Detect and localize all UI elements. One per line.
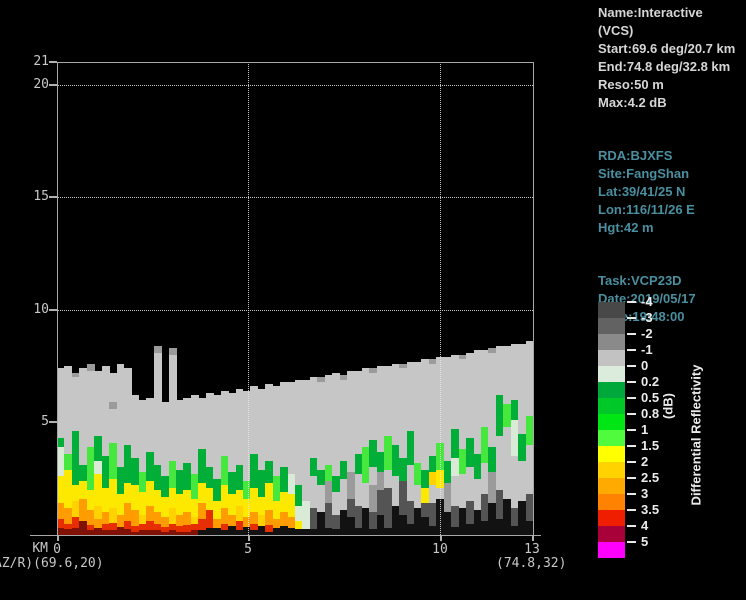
info-text-line: End:74.8 deg/32.8 km xyxy=(598,58,746,76)
x-tick-label-10: 10 xyxy=(420,542,460,557)
colorbar-cell xyxy=(598,542,625,558)
info-text-line: Lon:116/11/26 E xyxy=(598,201,746,219)
colorbar-tick-label: 2.5 xyxy=(641,471,659,485)
info-header-block: Name:Interactive(VCS)Start:69.6 deg/20.7… xyxy=(598,4,746,112)
colorbar-cell xyxy=(598,350,625,366)
info-panel: Name:Interactive(VCS)Start:69.6 deg/20.7… xyxy=(598,4,746,326)
colorbar-tick-label: -1 xyxy=(641,343,653,357)
colorbar-tick-label: -3 xyxy=(641,311,653,325)
colorbar-tick xyxy=(627,509,636,511)
y-tick-label-20: 20 xyxy=(17,77,49,92)
colorbar-tick-label: 5 xyxy=(641,535,648,549)
x-tick-0 xyxy=(57,535,59,541)
plot-border-right xyxy=(533,62,534,535)
colorbar-cell xyxy=(598,430,625,446)
h-gridline-20km xyxy=(57,85,533,86)
y-tick-label-21: 21 xyxy=(17,54,49,69)
colorbar-cell xyxy=(598,366,625,382)
colorbar-cell xyxy=(598,302,625,318)
echo-segment xyxy=(169,348,177,355)
y-tick-21 xyxy=(49,61,57,63)
info-text-line: Lat:39/41/25 N xyxy=(598,183,746,201)
vcs-radar-viewer: 212015105051013 KM AZ/R)(69.6,20) (74.8,… xyxy=(0,0,746,600)
colorbar-tick-label: -4 xyxy=(641,295,653,309)
x-axis-unit-label: KM xyxy=(20,541,48,556)
colorbar-tick-label: -2 xyxy=(641,327,653,341)
colorbar-tick xyxy=(627,349,636,351)
v-gridline-5km xyxy=(248,62,249,535)
colorbar-tick xyxy=(627,301,636,303)
colorbar-tick-label: 0.5 xyxy=(641,391,659,405)
x-tick-label-5: 5 xyxy=(228,542,268,557)
v-gridline-10km xyxy=(440,62,441,535)
colorbar-cell xyxy=(598,398,625,414)
colorbar-tick-label: 3.5 xyxy=(641,503,659,517)
colorbar-cell xyxy=(598,494,625,510)
colorbar-tick-label: 1 xyxy=(641,423,648,437)
colorbar-tick xyxy=(627,397,636,399)
y-tick-15 xyxy=(49,196,57,198)
colorbar-tick-label: 4 xyxy=(641,519,648,533)
info-text-line: Task:VCP23D xyxy=(598,272,746,290)
y-tick-20 xyxy=(49,84,57,86)
end-coordinate-label: (74.8,32) xyxy=(496,556,566,571)
colorbar-cell xyxy=(598,510,625,526)
info-text-line: (VCS) xyxy=(598,22,746,40)
h-gridline-15km xyxy=(57,197,533,198)
colorbar-cell xyxy=(598,334,625,350)
colorbar-tick-label: 0 xyxy=(641,359,648,373)
y-tick-label-10: 10 xyxy=(17,302,49,317)
info-text-line: Start:69.6 deg/20.7 km xyxy=(598,40,746,58)
colorbar-tick xyxy=(627,525,636,527)
colorbar-title-label: Differential Reflectivity xyxy=(689,365,704,506)
info-text-line: Reso:50 m xyxy=(598,76,746,94)
h-gridline-10km xyxy=(57,310,533,311)
info-text-line: Hgt:42 m xyxy=(598,219,746,237)
colorbar-tick xyxy=(627,333,636,335)
x-tick-5 xyxy=(248,535,250,541)
colorbar-tick xyxy=(627,477,636,479)
x-tick-13 xyxy=(532,535,534,541)
y-tick-5 xyxy=(49,421,57,423)
colorbar-tick xyxy=(627,365,636,367)
echo-segment xyxy=(87,364,95,371)
info-text-line: Name:Interactive xyxy=(598,4,746,22)
colorbar-tick xyxy=(627,461,636,463)
colorbar-tick xyxy=(627,381,636,383)
colorbar-tick-label: 0.2 xyxy=(641,375,659,389)
plot-border-top xyxy=(57,62,533,63)
info-text-line: Site:FangShan xyxy=(598,165,746,183)
info-text-line: RDA:BJXFS xyxy=(598,147,746,165)
y-tick-label-5: 5 xyxy=(17,414,49,429)
colorbar-tick xyxy=(627,493,636,495)
x-tick-10 xyxy=(440,535,442,541)
colorbar-cell xyxy=(598,318,625,334)
colorbar-cell xyxy=(598,446,625,462)
colorbar-unit-label: (dB) xyxy=(661,393,676,419)
plot-area[interactable]: 212015105051013 xyxy=(0,0,590,600)
colorbar-tick xyxy=(627,445,636,447)
plot-border-left xyxy=(57,62,58,535)
colorbar-tick-label: 1.5 xyxy=(641,439,659,453)
colorbar-tick xyxy=(627,317,636,319)
y-tick-label-15: 15 xyxy=(17,189,49,204)
colorbar-cell xyxy=(598,478,625,494)
colorbar-cell xyxy=(598,382,625,398)
colorbar-tick-label: 2 xyxy=(641,455,648,469)
colorbar-cell xyxy=(598,414,625,430)
colorbar-tick-label: 0.8 xyxy=(641,407,659,421)
colorbar-cell xyxy=(598,462,625,478)
colorbar-tick xyxy=(627,429,636,431)
colorbar-tick-label: 3 xyxy=(641,487,648,501)
info-site-block: RDA:BJXFSSite:FangShanLat:39/41/25 NLon:… xyxy=(598,147,746,237)
x-axis-line xyxy=(30,535,541,536)
info-text-line: Max:4.2 dB xyxy=(598,94,746,112)
x-tick-label-13: 13 xyxy=(512,542,552,557)
y-tick-10 xyxy=(49,309,57,311)
echo-segment xyxy=(154,346,162,353)
colorbar-cell xyxy=(598,526,625,542)
colorbar-tick xyxy=(627,541,636,543)
colorbar-tick xyxy=(627,413,636,415)
start-coordinate-label: AZ/R)(69.6,20) xyxy=(0,556,104,571)
